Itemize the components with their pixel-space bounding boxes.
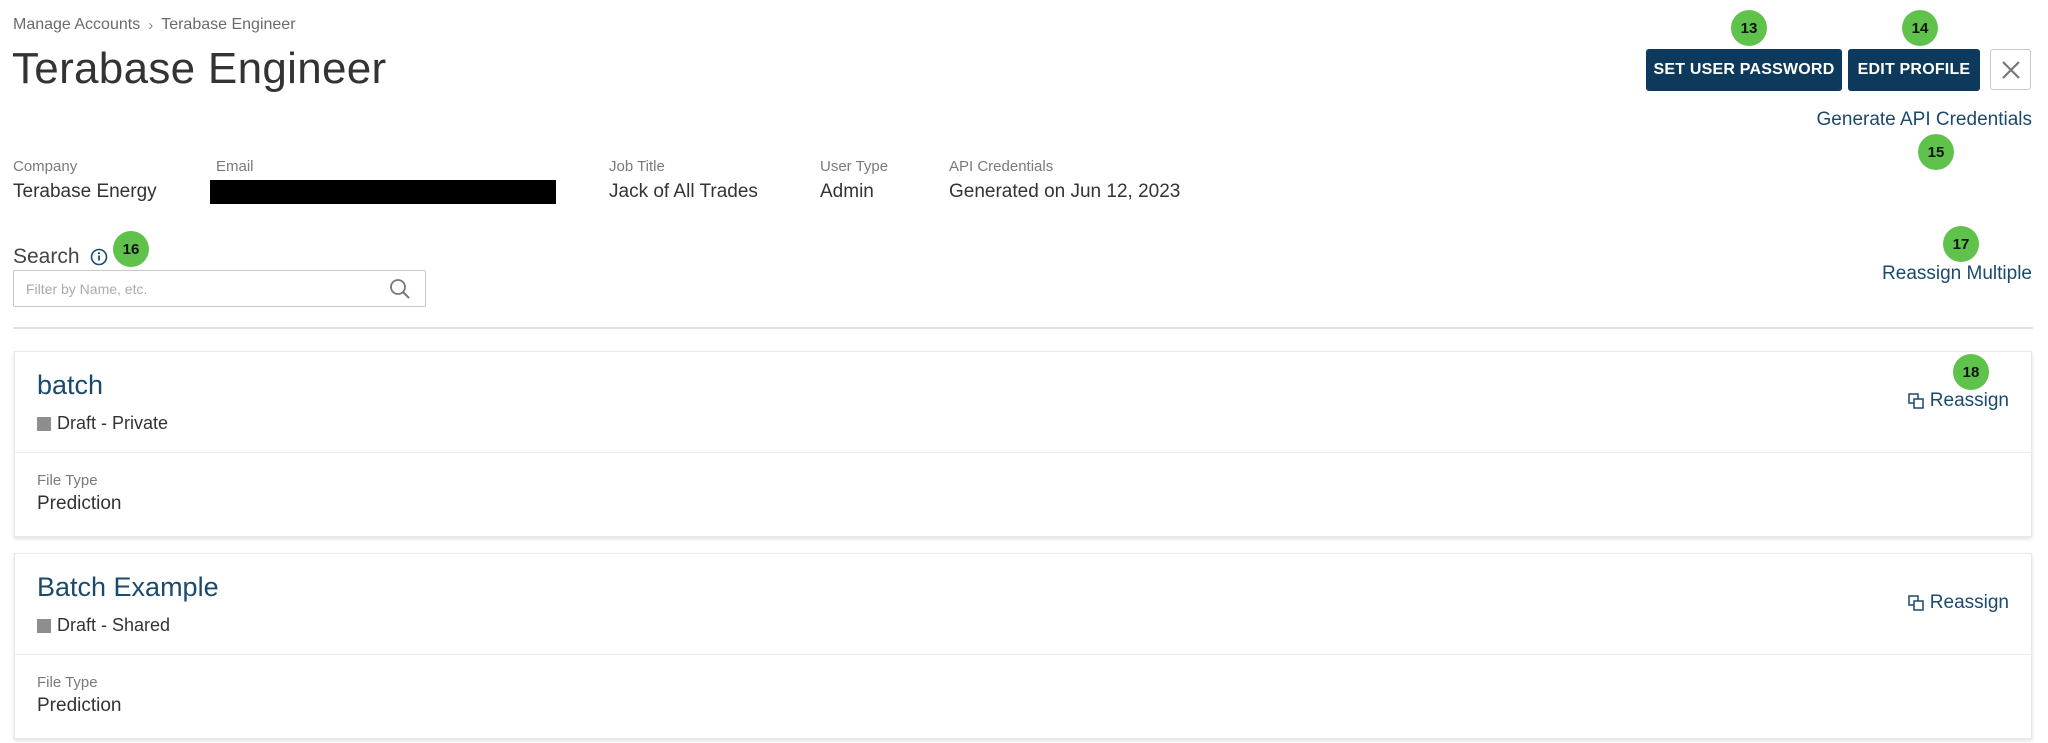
file-type-label: File Type	[37, 472, 98, 489]
annotation-badge-17: 17	[1943, 226, 1979, 262]
page-title: Terabase Engineer	[12, 44, 387, 93]
file-card-body: File Type Prediction	[15, 655, 2031, 738]
reassign-multiple-link[interactable]: Reassign Multiple	[1882, 263, 2032, 285]
status-square-icon	[37, 618, 51, 633]
annotation-badge-14: 14	[1902, 10, 1938, 46]
info-icon[interactable]	[90, 248, 108, 266]
search-label-row: Search	[13, 245, 108, 269]
api-credentials-value: Generated on Jun 12, 2023	[949, 181, 1181, 202]
api-credentials-label: API Credentials	[949, 158, 1054, 175]
search-label: Search	[13, 245, 80, 268]
file-status-text: Draft - Private	[57, 413, 169, 433]
job-title-value: Jack of All Trades	[609, 181, 758, 202]
reassign-icon	[1908, 595, 1924, 611]
file-card-header: Batch Example Draft - Shared Reassign	[15, 554, 2031, 655]
company-value: Terabase Energy	[13, 181, 157, 202]
close-icon	[2001, 60, 2020, 79]
file-card: batch Draft - Private Reassign File Type…	[14, 351, 2032, 537]
breadcrumb-manage-accounts[interactable]: Manage Accounts	[13, 16, 140, 34]
file-card-header: batch Draft - Private Reassign	[15, 352, 2031, 453]
api-credentials-field: API Credentials Generated on Jun 12, 202…	[949, 158, 1180, 203]
file-name[interactable]: Batch Example	[37, 572, 219, 603]
set-user-password-button[interactable]: SET USER PASSWORD	[1646, 49, 1842, 91]
breadcrumb: Manage Accounts › Terabase Engineer	[13, 16, 296, 34]
breadcrumb-current: Terabase Engineer	[161, 16, 296, 33]
email-field: Email	[216, 158, 254, 181]
company-field: Company Terabase Energy	[13, 158, 157, 203]
annotation-badge-13: 13	[1731, 10, 1767, 46]
file-card: Batch Example Draft - Shared Reassign Fi…	[14, 553, 2032, 739]
chevron-right-icon: ›	[148, 16, 154, 34]
annotation-badge-16: 16	[113, 231, 149, 267]
search-input[interactable]	[14, 271, 374, 306]
reassign-button[interactable]: Reassign	[1908, 592, 2009, 614]
search-icon[interactable]	[389, 278, 411, 300]
email-redacted	[210, 180, 556, 204]
annotation-badge-15: 15	[1918, 134, 1954, 170]
search-box	[13, 270, 426, 307]
generate-api-credentials-link[interactable]: Generate API Credentials	[1817, 109, 2032, 131]
status-square-icon	[37, 416, 51, 431]
company-label: Company	[13, 158, 78, 175]
user-type-label: User Type	[820, 158, 889, 175]
user-type-value: Admin	[820, 181, 874, 202]
file-card-body: File Type Prediction	[15, 453, 2031, 536]
file-status-text: Draft - Shared	[57, 615, 171, 635]
file-status: Draft - Private	[37, 413, 168, 434]
close-button[interactable]	[1990, 49, 2031, 90]
email-label: Email	[216, 158, 254, 175]
reassign-label: Reassign	[1929, 592, 2009, 613]
edit-profile-button[interactable]: EDIT PROFILE	[1848, 49, 1980, 91]
file-type-value: Prediction	[37, 695, 122, 716]
reassign-icon	[1908, 393, 1924, 409]
job-title-field: Job Title Jack of All Trades	[609, 158, 758, 203]
reassign-label: Reassign	[1929, 390, 2009, 411]
reassign-button[interactable]: Reassign	[1908, 390, 2009, 412]
file-type-value: Prediction	[37, 493, 122, 514]
file-type-label: File Type	[37, 674, 98, 691]
file-status: Draft - Shared	[37, 615, 170, 636]
annotation-badge-18: 18	[1953, 354, 1989, 390]
divider	[13, 327, 2033, 329]
job-title-label: Job Title	[609, 158, 665, 175]
user-type-field: User Type Admin	[820, 158, 888, 203]
file-name[interactable]: batch	[37, 370, 103, 401]
